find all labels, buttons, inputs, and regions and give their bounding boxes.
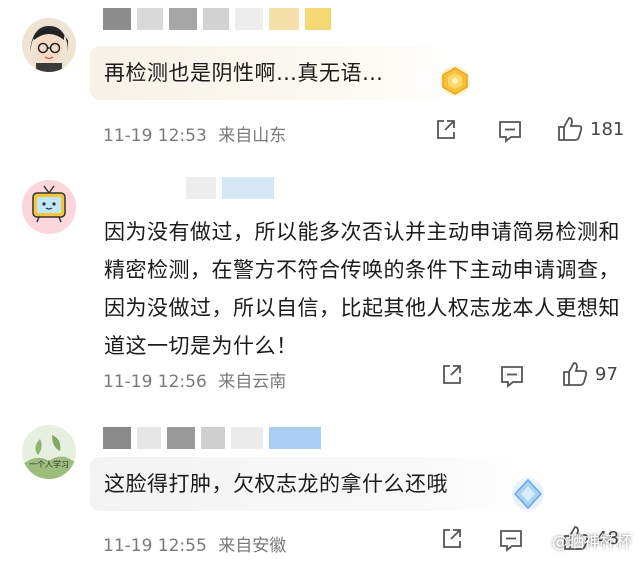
comment-icon [499, 121, 521, 143]
avatar[interactable] [22, 180, 76, 234]
comment-meta: 11-19 12:56 来自云南 [103, 367, 286, 392]
timestamp: 11-19 12:55 [103, 536, 207, 556]
avatar[interactable]: 一个人学习 [22, 425, 76, 479]
comment-3: 一个人学习 这脸得打肿，欠权志龙的拿什么还哦 11-19 12:55 来自安徽 … [0, 405, 640, 568]
comment-text: 因为没有做过，所以能多次否认并主动申请简易检测和精密检测，在警方不符合传唤的条件… [104, 220, 620, 358]
comment-text: 这脸得打肿，欠权志龙的拿什么还哦 [90, 457, 538, 511]
like-icon [563, 362, 588, 386]
avatar[interactable] [22, 18, 76, 72]
comment-meta: 11-19 12:53 来自山东 [103, 121, 286, 146]
location: 来自山东 [218, 126, 287, 146]
share-button[interactable] [434, 118, 458, 142]
like-button[interactable]: 97 [561, 360, 618, 388]
comment-meta: 11-19 12:55 来自安徽 [103, 531, 286, 556]
share-icon [443, 365, 461, 384]
location: 来自云南 [218, 372, 287, 392]
like-count: 181 [590, 118, 625, 140]
like-icon [558, 117, 583, 141]
vip-badge-icon [436, 64, 474, 102]
username-blurred[interactable] [103, 8, 337, 30]
comment-1: 再检测也是阴性啊…真无语… 11-19 12:53 来自山东 181 [0, 0, 640, 165]
share-button[interactable] [440, 527, 464, 551]
like-count: 97 [595, 363, 618, 385]
comment-2: 因为没有做过，所以能多次否认并主动申请简易检测和精密检测，在警方不符合传唤的条件… [0, 165, 640, 405]
like-button[interactable]: 181 [556, 115, 624, 143]
timestamp: 11-19 12:53 [103, 126, 207, 146]
comment-button[interactable] [497, 119, 523, 143]
avatar-caption: 一个人学习 [29, 460, 69, 469]
comment-icon [501, 366, 523, 388]
share-icon [437, 120, 455, 139]
share-icon [443, 529, 461, 548]
comment-text: 再检测也是阴性啊…真无语… [90, 46, 468, 100]
location: 来自安徽 [218, 536, 287, 556]
comment-button[interactable] [498, 528, 524, 552]
vip-badge-icon [508, 475, 548, 517]
timestamp: 11-19 12:56 [103, 372, 207, 392]
comment-icon [500, 530, 522, 552]
username-blurred[interactable] [186, 177, 280, 199]
comment-button[interactable] [499, 364, 525, 388]
watermark: @晒神杯杯 [551, 532, 632, 551]
share-button[interactable] [440, 363, 464, 387]
username-blurred[interactable] [103, 427, 327, 449]
